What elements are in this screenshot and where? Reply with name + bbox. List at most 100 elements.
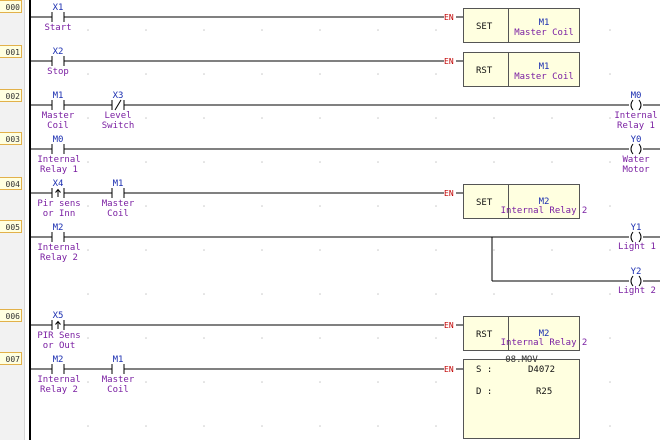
instruction-op: SET: [476, 198, 493, 208]
contact-comment: or Inn: [42, 209, 76, 219]
rst-instruction-box[interactable]: RST M2 Internal Relay 2: [463, 316, 587, 351]
grid-dot: [493, 249, 495, 251]
enable-label: EN: [444, 13, 454, 22]
grid-dot: [435, 381, 437, 383]
coil-comment: Relay 1: [617, 121, 655, 131]
dest-operand-value: R25: [536, 387, 553, 397]
grid-dot: [493, 117, 495, 119]
contact-address[interactable]: M1: [106, 355, 130, 365]
contact-address[interactable]: M1: [46, 91, 70, 101]
grid-dot: [435, 117, 437, 119]
coil-address[interactable]: Y0: [624, 135, 648, 145]
grid-dot: [261, 425, 263, 427]
source-operand-label: S :: [476, 365, 493, 375]
grid-dot: [377, 425, 379, 427]
contact-comment: Stop: [47, 67, 69, 77]
grid-dot: [145, 337, 147, 339]
contact-address[interactable]: X3: [106, 91, 130, 101]
grid-dot: [261, 29, 263, 31]
grid-dot: [203, 249, 205, 251]
grid-dot: [319, 293, 321, 295]
rst-instruction-box[interactable]: RST M1 Master Coil: [463, 52, 580, 87]
rung-007: [30, 364, 463, 374]
grid-dot: [203, 73, 205, 75]
set-instruction-box[interactable]: SET M2 Internal Relay 2: [463, 184, 587, 219]
contact-address[interactable]: X5: [46, 311, 70, 321]
grid-dot: [145, 293, 147, 295]
grid-dot: [319, 337, 321, 339]
grid-dot: [87, 425, 89, 427]
contact-address[interactable]: M2: [46, 355, 70, 365]
grid-dot: [377, 73, 379, 75]
grid-dot: [435, 249, 437, 251]
grid-dot: [145, 161, 147, 163]
grid-dot: [551, 249, 553, 251]
grid-dot: [435, 293, 437, 295]
instruction-op: SET: [476, 22, 493, 32]
contact-address[interactable]: X1: [46, 3, 70, 13]
coil-comment: Motor: [622, 165, 650, 175]
grid-dot: [435, 205, 437, 207]
grid-dot: [203, 117, 205, 119]
grid-dot: [609, 381, 611, 383]
grid-dot: [261, 117, 263, 119]
grid-dot: [261, 381, 263, 383]
grid-dot: [551, 293, 553, 295]
contact-comment: Master: [101, 199, 135, 209]
enable-label: EN: [444, 321, 454, 330]
contact-address[interactable]: M2: [46, 223, 70, 233]
contact-comment: Internal: [37, 375, 81, 385]
contact-comment: PIR Sens: [37, 331, 81, 341]
grid-dot: [609, 205, 611, 207]
coil-comment: Light 2: [618, 286, 656, 296]
grid-dot: [87, 293, 89, 295]
grid-dot: [87, 73, 89, 75]
grid-dot: [203, 381, 205, 383]
rung-006: [30, 320, 463, 330]
grid-dot: [609, 29, 611, 31]
contact-comment: Pir sens: [37, 199, 81, 209]
contact-address[interactable]: X2: [46, 47, 70, 57]
coil-address[interactable]: Y2: [624, 267, 648, 277]
contact-comment: Master: [101, 375, 135, 385]
grid-dot: [319, 161, 321, 163]
instruction-address: M1: [538, 18, 550, 28]
grid-dot: [319, 117, 321, 119]
grid-dot: [377, 161, 379, 163]
grid-dot: [435, 337, 437, 339]
coil-comment: Water: [622, 155, 650, 165]
instruction-comment: Master Coil: [514, 28, 574, 38]
rung-002: [30, 99, 660, 111]
grid-dot: [609, 337, 611, 339]
coil-address[interactable]: Y1: [624, 223, 648, 233]
coil-address[interactable]: M0: [624, 91, 648, 101]
contact-address[interactable]: M0: [46, 135, 70, 145]
grid-dot: [435, 73, 437, 75]
grid-dot: [203, 205, 205, 207]
nc-slash: [114, 99, 122, 111]
set-instruction-box[interactable]: SET M1 Master Coil: [463, 8, 580, 43]
contact-comment: Relay 1: [40, 165, 78, 175]
grid-dot: [203, 337, 205, 339]
coil-comment: Light 1: [618, 242, 656, 252]
instruction-op: RST: [476, 66, 493, 76]
enable-label: EN: [444, 57, 454, 66]
contact-comment: Coil: [47, 121, 69, 131]
enable-label: EN: [444, 189, 454, 198]
mov-function-block[interactable]: 08.MOV S : D4072 D : R25: [463, 355, 580, 439]
grid-dot: [435, 161, 437, 163]
instruction-comment: Internal Relay 2: [500, 206, 588, 216]
grid-dot: [435, 425, 437, 427]
contact-comment: Internal: [37, 243, 81, 253]
grid-dot: [261, 293, 263, 295]
grid-dot: [203, 29, 205, 31]
contact-comment: Relay 2: [40, 385, 78, 395]
grid-dot: [261, 73, 263, 75]
grid-dot: [377, 381, 379, 383]
contact-address[interactable]: M1: [106, 179, 130, 189]
contact-comment: Switch: [101, 121, 135, 131]
grid-dot: [319, 73, 321, 75]
contact-address[interactable]: X4: [46, 179, 70, 189]
grid-dot: [493, 161, 495, 163]
grid-dot: [319, 205, 321, 207]
